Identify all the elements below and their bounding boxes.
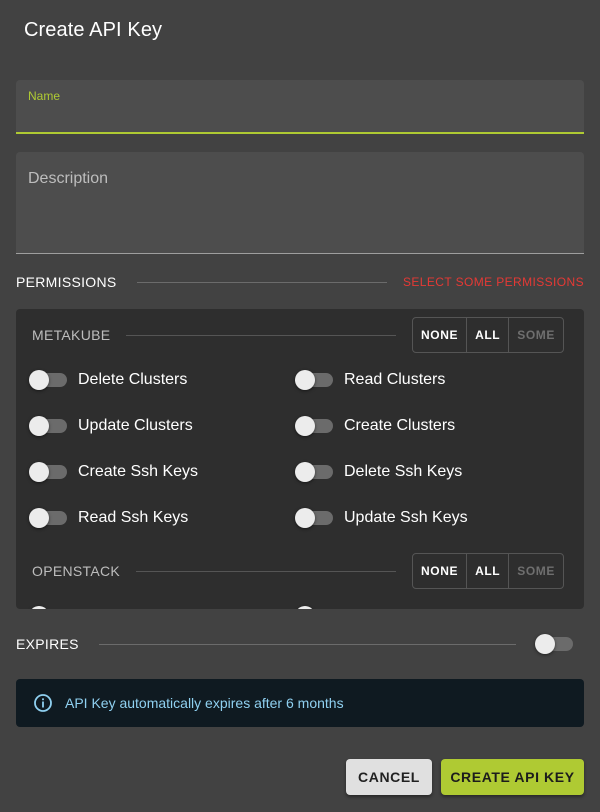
expires-label: EXPIRES: [16, 636, 79, 652]
permission-item-clipped[interactable]: [29, 604, 78, 609]
toggle-switch[interactable]: [295, 370, 333, 390]
permission-create-clusters[interactable]: Create Clusters: [295, 414, 456, 438]
dialog-title: Create API Key: [24, 19, 163, 41]
permissions-label: PERMISSIONS: [16, 274, 117, 290]
metakube-some-button: SOME: [517, 328, 555, 342]
group-divider: [126, 334, 397, 336]
group-label-openstack: OPENSTACK: [32, 563, 121, 579]
permissions-header: PERMISSIONS SELECT SOME PERMISSIONS: [16, 272, 584, 292]
description-field[interactable]: [16, 152, 584, 254]
permission-update-ssh-keys[interactable]: Update Ssh Keys: [295, 506, 468, 530]
toggle-switch[interactable]: [295, 508, 333, 528]
toggle-switch[interactable]: [295, 462, 333, 482]
permission-label: Read Clusters: [344, 371, 446, 388]
metakube-none-button[interactable]: NONE: [413, 318, 468, 352]
toggle-switch[interactable]: [29, 462, 67, 482]
toggle-switch[interactable]: [295, 606, 332, 609]
permission-label: Read Ssh Keys: [78, 509, 189, 526]
name-field[interactable]: Name: [16, 80, 584, 134]
info-text: API Key automatically expires after 6 mo…: [65, 695, 344, 711]
name-input[interactable]: [28, 106, 568, 126]
expires-divider: [98, 643, 516, 645]
permission-item-clipped[interactable]: [295, 604, 344, 609]
expires-header: EXPIRES: [16, 634, 516, 654]
cancel-button[interactable]: CANCEL: [346, 759, 432, 795]
metakube-select-buttons: NONE ALL SOME: [412, 317, 564, 353]
permission-label: Update Ssh Keys: [344, 509, 468, 526]
toggle-switch[interactable]: [29, 416, 67, 436]
openstack-none-button[interactable]: NONE: [413, 554, 468, 588]
group-label-metakube: METAKUBE: [32, 327, 111, 343]
permissions-divider: [136, 281, 387, 283]
permission-label: Update Clusters: [78, 417, 193, 434]
group-header-metakube: METAKUBE NONE ALL SOME: [32, 316, 564, 354]
permission-delete-clusters[interactable]: Delete Clusters: [29, 368, 188, 392]
openstack-select-buttons: NONE ALL SOME: [412, 553, 564, 589]
permission-label: Delete Ssh Keys: [344, 463, 463, 480]
toggle-switch[interactable]: [295, 416, 333, 436]
permission-label: Create Clusters: [344, 417, 456, 434]
permission-update-clusters[interactable]: Update Clusters: [29, 414, 193, 438]
toggle-switch[interactable]: [29, 370, 67, 390]
info-icon: [34, 694, 52, 712]
permission-label: Delete Clusters: [78, 371, 188, 388]
permission-read-ssh-keys[interactable]: Read Ssh Keys: [29, 506, 189, 530]
permissions-panel[interactable]: METAKUBE NONE ALL SOME Delete Clusters R…: [16, 309, 584, 609]
permissions-hint: SELECT SOME PERMISSIONS: [402, 275, 584, 289]
expires-toggle[interactable]: [535, 634, 573, 654]
metakube-all-button[interactable]: ALL: [467, 318, 510, 352]
group-divider: [136, 570, 397, 572]
create-api-key-button[interactable]: CREATE API KEY: [441, 759, 584, 795]
description-input[interactable]: [28, 170, 568, 240]
toggle-switch[interactable]: [29, 508, 67, 528]
info-box: API Key automatically expires after 6 mo…: [16, 679, 584, 727]
toggle-switch[interactable]: [29, 606, 66, 609]
openstack-some-button: SOME: [517, 564, 555, 578]
name-label: Name: [28, 89, 61, 103]
group-header-openstack: OPENSTACK NONE ALL SOME: [32, 552, 564, 590]
permission-delete-ssh-keys[interactable]: Delete Ssh Keys: [295, 460, 463, 484]
permission-label: Create Ssh Keys: [78, 463, 199, 480]
permission-read-clusters[interactable]: Read Clusters: [295, 368, 446, 392]
openstack-all-button[interactable]: ALL: [467, 554, 510, 588]
permission-create-ssh-keys[interactable]: Create Ssh Keys: [29, 460, 199, 484]
